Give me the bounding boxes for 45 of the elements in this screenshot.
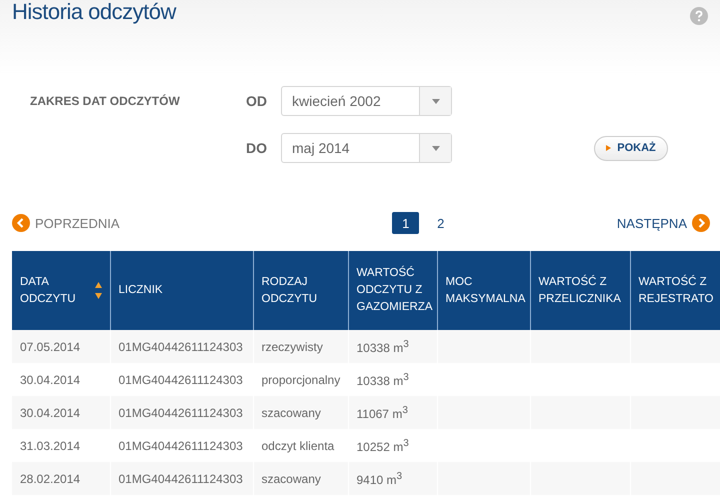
column-header[interactable]: DATA ODCZYTU <box>12 251 110 330</box>
previous-link[interactable]: POPRZEDNIA <box>12 214 120 232</box>
column-header: WARTOŚĆ Z PRZELICZNIKA <box>530 251 630 330</box>
column-header: WARTOŚĆ Z REJESTRATO <box>630 251 720 330</box>
play-icon <box>606 145 612 151</box>
to-label: DO <box>246 140 268 156</box>
chevron-right-icon <box>692 214 710 232</box>
table-cell: 01MG40442611124303 <box>118 340 243 354</box>
column-header: RODZAJ ODCZYTU <box>253 251 348 330</box>
table-cell: szacowany <box>262 472 321 486</box>
to-select[interactable]: maj 2014 <box>281 133 452 163</box>
table-cell: 9410 m$^{3}$ <box>356 472 402 486</box>
page-link[interactable]: 2 <box>427 212 454 234</box>
table-cell: 10338 m$^{3}$ <box>356 340 409 354</box>
caret-icon <box>432 98 440 104</box>
show-button[interactable]: POKAŻ <box>594 136 668 160</box>
table-cell: 30.04.2014 <box>20 406 80 420</box>
table-cell: proporcjonalny <box>262 372 340 386</box>
table-cell: szacowany <box>262 406 321 420</box>
table-cell: 01MG40442611124303 <box>118 406 243 420</box>
caret-icon <box>432 146 440 150</box>
table-cell: odczyt klienta <box>262 438 334 452</box>
from-label: OD <box>246 93 268 109</box>
chevron-left-icon <box>12 214 30 232</box>
help-icon[interactable] <box>690 7 708 25</box>
table-cell: 10252 m$^{3}$ <box>356 440 409 454</box>
column-header: WARTOŚĆ ODCZYTU Z GAZOMIERZA <box>348 251 437 330</box>
table-cell: 11067 m$^{3}$ <box>356 406 408 420</box>
table-cell: 01MG40442611124303 <box>118 372 243 386</box>
from-select[interactable]: kwiecień 2002 <box>281 86 452 116</box>
range-label: ZAKRES DAT ODCZYTÓW <box>30 94 181 108</box>
table-cell: 07.05.2014 <box>20 340 80 354</box>
sort-icon <box>94 282 102 299</box>
page-link[interactable]: 1 <box>392 212 420 234</box>
table-cell: 01MG40442611124303 <box>118 472 243 486</box>
table-cell: 30.04.2014 <box>20 372 80 386</box>
table-cell: 01MG40442611124303 <box>118 438 243 452</box>
table-cell: 10338 m$^{3}$ <box>356 374 409 388</box>
table-cell: 28.02.2014 <box>20 472 80 486</box>
next-link[interactable]: NASTĘPNA <box>616 214 710 232</box>
column-header: LICZNIK <box>110 251 253 330</box>
column-header: MOC MAKSYMALNA <box>437 251 530 330</box>
table-cell: 31.03.2014 <box>20 438 80 452</box>
page-title: Historia odczytów <box>12 0 176 24</box>
table-cell: rzeczywisty <box>262 340 323 354</box>
